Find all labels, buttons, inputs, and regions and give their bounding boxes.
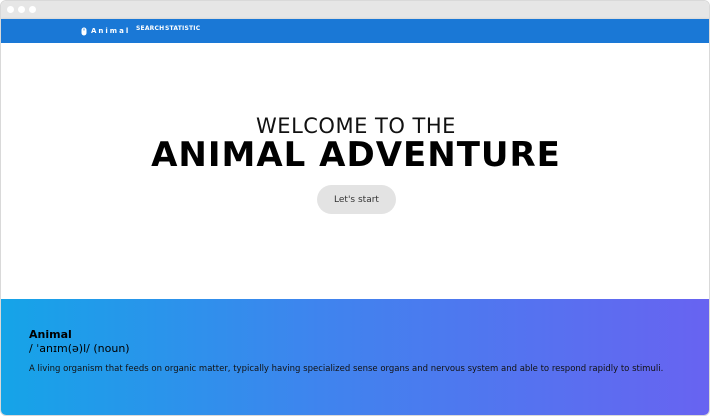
title-bar — [1, 1, 709, 19]
brand-logo[interactable]: Animal — [81, 24, 130, 38]
definition-word: Animal — [29, 328, 72, 341]
window-close-dot[interactable] — [7, 6, 14, 13]
browser-window: Animal SEARCH STATISTIC WELCOME TO THE A… — [0, 0, 710, 416]
navbar: Animal SEARCH STATISTIC — [1, 19, 709, 43]
nav-link-search[interactable]: SEARCH — [136, 25, 164, 32]
brand-text: Animal — [91, 27, 131, 35]
mouse-icon — [81, 27, 87, 35]
definition-pronunciation: / ˈanɪm(ə)l/ (noun) — [29, 342, 130, 355]
nav-link-statistic[interactable]: STATISTIC — [165, 25, 200, 32]
hero-section: WELCOME TO THE ANIMAL ADVENTURE Let's st… — [1, 43, 709, 299]
lets-start-button[interactable]: Let's start — [317, 185, 396, 214]
definition-section: Animal / ˈanɪm(ə)l/ (noun) A living orga… — [1, 299, 709, 415]
definition-text: A living organism that feeds on organic … — [29, 364, 664, 374]
window-minimize-dot[interactable] — [18, 6, 25, 13]
hero-title: ANIMAL ADVENTURE — [151, 135, 561, 175]
window-maximize-dot[interactable] — [29, 6, 36, 13]
